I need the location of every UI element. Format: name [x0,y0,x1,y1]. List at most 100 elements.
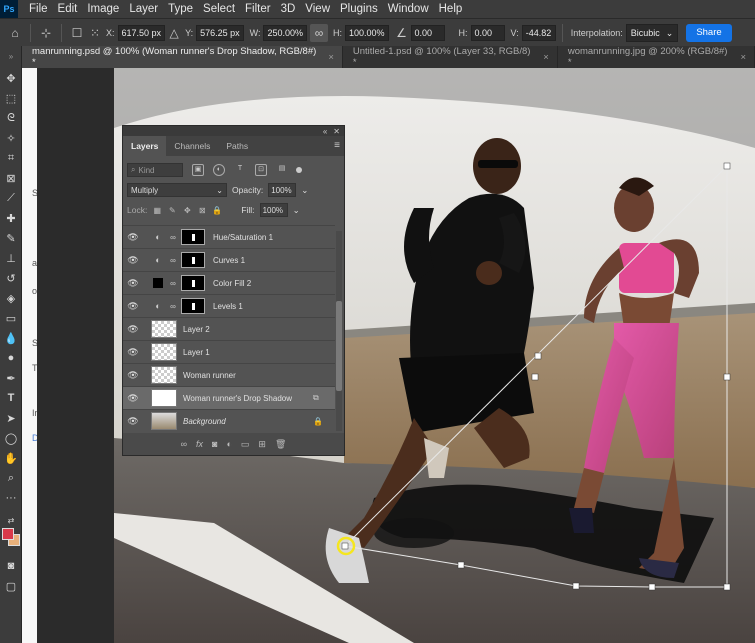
link-icon[interactable]: ∞ [168,279,178,288]
link-layers-icon[interactable]: ∞ [181,439,187,449]
lasso-tool-icon[interactable]: ᘓ [3,110,19,126]
type-filter-icon[interactable]: T [234,164,246,176]
layers-scrollbar[interactable] [336,231,342,431]
zoom-tool-icon[interactable]: ⌕ [3,470,19,486]
layer-row[interactable]: 👁 ◐ ∞ Curves 1 [123,248,335,271]
scrollbar-thumb[interactable] [336,301,342,391]
menu-help[interactable]: Help [434,0,468,18]
fill-field[interactable]: 100% [259,203,288,217]
kind-filter-select[interactable]: ⌕ Kind [127,163,183,177]
home-icon[interactable]: ⌂ [6,24,24,42]
chevron-down-icon[interactable]: ⌄ [301,185,308,196]
tab-paths[interactable]: Paths [218,136,256,156]
menu-layer[interactable]: Layer [124,0,163,18]
menu-filter[interactable]: Filter [240,0,276,18]
menu-edit[interactable]: Edit [53,0,83,18]
shape-filter-icon[interactable]: ⊡ [255,164,267,176]
tab-channels[interactable]: Channels [166,136,218,156]
menu-view[interactable]: View [300,0,335,18]
menu-window[interactable]: Window [383,0,434,18]
panel-menu-icon[interactable]: ≡ [334,140,340,151]
vertical-skew-field[interactable]: -44.82 [521,24,556,41]
lock-position-icon[interactable]: ✥ [182,205,192,215]
photoshop-logo-icon[interactable]: Ps [0,0,18,18]
layer-row-selected[interactable]: 👁 Woman runner's Drop Shadow ⧉ [123,386,335,409]
layer-row[interactable]: 👁 ∞ Color Fill 2 [123,271,335,294]
quick-mask-icon[interactable]: ◙ [3,558,19,574]
panel-collapse-icon[interactable]: » [3,48,19,64]
menu-select[interactable]: Select [198,0,240,18]
share-button[interactable]: Share [686,23,732,42]
visibility-eye-icon[interactable]: 👁 [123,347,143,358]
visibility-eye-icon[interactable]: 👁 [123,255,143,266]
menu-3d[interactable]: 3D [276,0,301,18]
close-icon[interactable]: × [328,52,334,63]
layer-row[interactable]: 👁 Woman runner [123,363,335,386]
reference-point-grid-icon[interactable]: ⁙ [86,24,104,42]
close-panel-icon[interactable]: ✕ [333,127,340,136]
tab-manrunning[interactable]: manrunning.psd @ 100% (Woman runner's Dr… [22,46,343,68]
layer-row[interactable]: 👁 ◐ ∞ Levels 1 [123,294,335,317]
transform-tool-icon[interactable]: ⊹ [37,24,55,42]
visibility-eye-icon[interactable]: 👁 [123,393,143,404]
height-field[interactable]: 100.00% [345,24,389,41]
layer-mask-thumbnail[interactable] [181,229,205,245]
crop-tool-icon[interactable]: ⌗ [3,150,19,166]
new-adjustment-layer-icon[interactable]: ◐ [226,439,231,449]
layer-row[interactable]: 👁 Layer 2 [123,317,335,340]
clone-stamp-tool-icon[interactable]: ⊥ [3,250,19,266]
frame-tool-icon[interactable]: ⊠ [3,170,19,186]
foreground-color-swatch[interactable] [2,528,14,540]
new-group-icon[interactable]: ▭ [241,439,250,450]
menu-image[interactable]: Image [82,0,124,18]
adjustment-filter-icon[interactable]: ◐ [213,164,225,176]
pixel-filter-icon[interactable]: ▣ [192,164,204,176]
menu-plugins[interactable]: Plugins [335,0,383,18]
delete-layer-icon[interactable]: 🗑 [275,439,286,450]
link-icon[interactable]: ∞ [310,23,328,42]
tab-womanrunning[interactable]: womanrunning.jpg @ 200% (RGB/8#) * × [558,46,755,68]
horizontal-skew-field[interactable]: 0.00 [470,24,505,41]
visibility-eye-icon[interactable]: 👁 [123,278,143,289]
eyedropper-tool-icon[interactable]: ⟋ [3,190,19,206]
visibility-eye-icon[interactable]: 👁 [123,301,143,312]
angle-field[interactable]: 0.00 [410,24,445,41]
lock-image-icon[interactable]: ✎ [167,205,177,215]
visibility-eye-icon[interactable]: 👁 [123,324,143,335]
path-selection-tool-icon[interactable]: ➤ [3,410,19,426]
dodge-tool-icon[interactable]: ● [3,350,19,366]
visibility-eye-icon[interactable]: 👁 [123,416,143,427]
link-icon[interactable]: ∞ [168,302,178,311]
lock-artboard-icon[interactable]: ⊠ [197,205,207,215]
reference-point-checkbox-icon[interactable]: ☐ [68,24,86,42]
close-icon[interactable]: × [543,52,549,63]
screen-mode-icon[interactable]: ▢ [3,578,19,594]
hand-tool-icon[interactable]: ✋ [3,450,19,466]
link-icon[interactable]: ∞ [168,256,178,265]
layer-mask-thumbnail[interactable] [181,252,205,268]
collapse-panel-icon[interactable]: « [323,127,327,136]
y-position-field[interactable]: 576.25 px [196,24,244,41]
menu-file[interactable]: File [24,0,53,18]
tab-layers[interactable]: Layers [123,136,167,156]
width-field[interactable]: 250.00% [263,24,307,41]
lock-all-icon[interactable]: 🔒 [212,205,222,215]
tab-untitled-1[interactable]: Untitled-1.psd @ 100% (Layer 33, RGB/8) … [343,46,558,68]
interpolation-select[interactable]: Bicubic ⌄ [625,23,679,42]
layer-style-icon[interactable]: fx [196,439,203,449]
layer-mask-thumbnail[interactable] [181,298,205,314]
gradient-tool-icon[interactable]: ▭ [3,310,19,326]
history-brush-tool-icon[interactable]: ↺ [3,270,19,286]
blend-mode-select[interactable]: Multiply ⌄ [127,183,227,197]
visibility-eye-icon[interactable]: 👁 [123,232,143,243]
layer-mask-thumbnail[interactable] [181,275,205,291]
chevron-down-icon[interactable]: ⌄ [293,205,300,216]
filter-toggle-icon[interactable] [296,167,302,173]
blur-tool-icon[interactable]: 💧 [3,330,19,346]
layer-row[interactable]: 👁 ◐ ∞ Hue/Saturation 1 [123,225,335,248]
close-icon[interactable]: × [740,52,746,63]
smart-object-filter-icon[interactable]: ▤ [276,164,288,176]
layer-row[interactable]: 👁 Background 🔒 [123,409,335,432]
menu-type[interactable]: Type [163,0,198,18]
healing-brush-tool-icon[interactable]: ✚ [3,210,19,226]
